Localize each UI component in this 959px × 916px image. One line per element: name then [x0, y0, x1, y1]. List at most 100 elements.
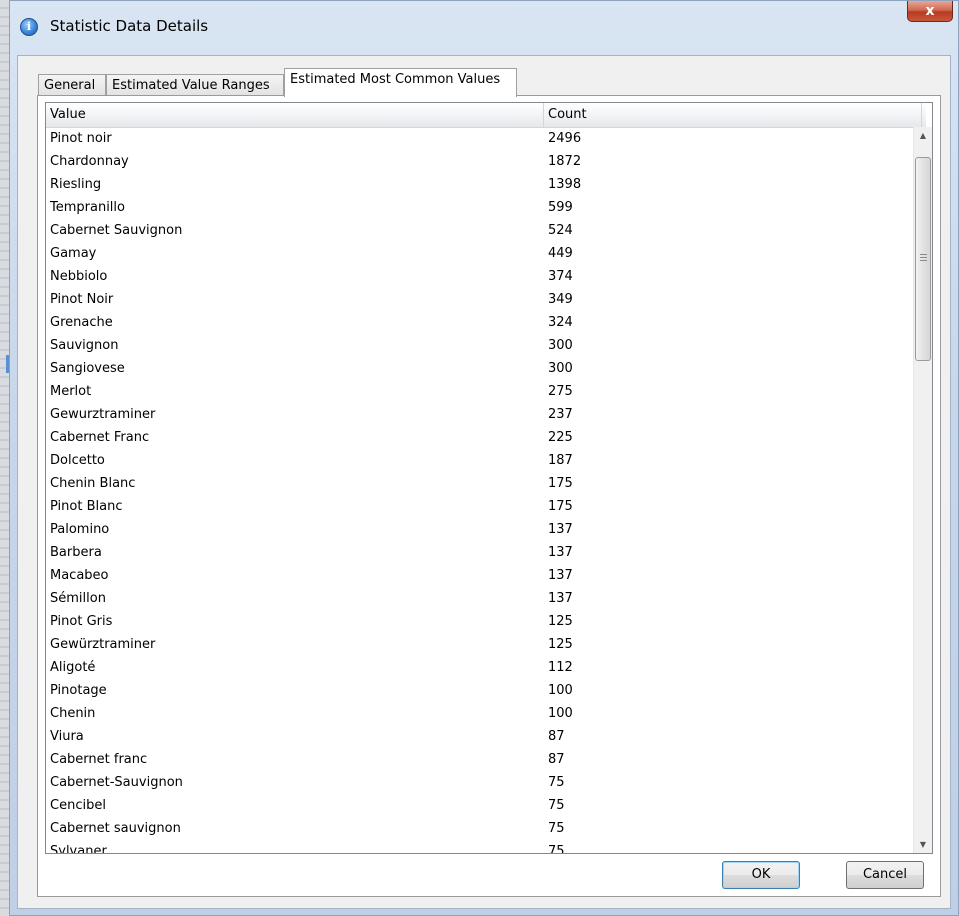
value-cell: Grenache	[50, 315, 113, 330]
list-item[interactable]: Sémillon 137	[46, 587, 926, 610]
count-cell: 449	[548, 246, 573, 261]
value-cell: Pinotage	[50, 683, 107, 698]
list-item[interactable]: Gewurztraminer 237	[46, 403, 926, 426]
list-item[interactable]: Pinotage 100	[46, 679, 926, 702]
scroll-up-arrow-icon[interactable]: ▲	[914, 127, 932, 144]
list-item[interactable]: Viura 87	[46, 725, 926, 748]
close-button[interactable]: x	[907, 1, 953, 22]
scrollbar-thumb[interactable]	[915, 157, 931, 361]
list-item[interactable]: Cabernet Sauvignon 524	[46, 219, 926, 242]
value-cell: Tempranillo	[50, 200, 125, 215]
count-cell: 524	[548, 223, 573, 238]
list-header: Value Count	[46, 103, 926, 128]
scroll-down-arrow-icon[interactable]: ▼	[914, 836, 932, 853]
list-item[interactable]: Chenin 100	[46, 702, 926, 725]
value-cell: Pinot Blanc	[50, 499, 123, 514]
dialog-client-area: General Estimated Value Ranges Estimated…	[17, 55, 951, 909]
tab-estimated-most-common-values[interactable]: Estimated Most Common Values	[284, 68, 517, 97]
count-cell: 87	[548, 729, 565, 744]
count-cell: 349	[548, 292, 573, 307]
count-cell: 225	[548, 430, 573, 445]
list-item[interactable]: Aligoté 112	[46, 656, 926, 679]
value-cell: Pinot Gris	[50, 614, 113, 629]
count-cell: 137	[548, 545, 573, 560]
value-cell: Sémillon	[50, 591, 106, 606]
value-cell: Viura	[50, 729, 84, 744]
count-cell: 87	[548, 752, 565, 767]
value-cell: Macabeo	[50, 568, 109, 583]
count-cell: 137	[548, 522, 573, 537]
value-cell: Pinot Noir	[50, 292, 114, 307]
count-cell: 1872	[548, 154, 582, 169]
count-cell: 187	[548, 453, 573, 468]
count-cell: 300	[548, 338, 573, 353]
cancel-button[interactable]: Cancel	[846, 861, 924, 889]
list-item[interactable]: Palomino 137	[46, 518, 926, 541]
list-item[interactable]: Barbera 137	[46, 541, 926, 564]
grip-icon	[920, 254, 927, 262]
count-cell: 599	[548, 200, 573, 215]
list-item[interactable]: Chardonnay 1872	[46, 150, 926, 173]
list-item[interactable]: Sangiovese 300	[46, 357, 926, 380]
list-item[interactable]: Gewürztraminer 125	[46, 633, 926, 656]
list-item[interactable]: Sauvignon 300	[46, 334, 926, 357]
value-cell: Cabernet Franc	[50, 430, 150, 445]
list-item[interactable]: Pinot Blanc 175	[46, 495, 926, 518]
list-item[interactable]: Tempranillo 599	[46, 196, 926, 219]
count-cell: 175	[548, 476, 573, 491]
list-item[interactable]: Nebbiolo 374	[46, 265, 926, 288]
list-item[interactable]: Chenin Blanc 175	[46, 472, 926, 495]
list-item[interactable]: Cencibel 75	[46, 794, 926, 817]
value-cell: Barbera	[50, 545, 102, 560]
count-cell: 1398	[548, 177, 582, 192]
count-cell: 137	[548, 591, 573, 606]
statistic-data-details-dialog: i Statistic Data Details x General Estim…	[9, 0, 959, 916]
value-cell: Chenin Blanc	[50, 476, 136, 491]
count-cell: 125	[548, 614, 573, 629]
column-header-count[interactable]: Count	[544, 103, 922, 127]
value-cell: Pinot noir	[50, 131, 112, 146]
value-cell: Aligoté	[50, 660, 96, 675]
count-cell: 100	[548, 683, 573, 698]
value-cell: Gewürztraminer	[50, 637, 156, 652]
count-cell: 175	[548, 499, 573, 514]
list-item[interactable]: Cabernet Franc 225	[46, 426, 926, 449]
tab-panel-most-common-values: Value Count Pinot noir 2496 Chardonnay 1872…	[37, 95, 941, 897]
value-cell: Cabernet Sauvignon	[50, 223, 183, 238]
values-list[interactable]: Value Count Pinot noir 2496 Chardonnay 1872…	[45, 102, 933, 854]
tab-estimated-value-ranges[interactable]: Estimated Value Ranges	[106, 74, 284, 96]
value-cell: Cencibel	[50, 798, 106, 813]
count-cell: 125	[548, 637, 573, 652]
list-item[interactable]: Cabernet sauvignon 75	[46, 817, 926, 840]
count-cell: 237	[548, 407, 573, 422]
list-item[interactable]: Macabeo 137	[46, 564, 926, 587]
count-cell: 112	[548, 660, 573, 675]
value-cell: Cabernet sauvignon	[50, 821, 181, 836]
value-cell: Gamay	[50, 246, 97, 261]
list-item[interactable]: Pinot noir 2496	[46, 127, 926, 150]
ok-button[interactable]: OK	[722, 861, 800, 889]
list-item[interactable]: Cabernet-Sauvignon 75	[46, 771, 926, 794]
list-item[interactable]: Pinot Noir 349	[46, 288, 926, 311]
title-bar[interactable]: i Statistic Data Details	[10, 1, 958, 57]
value-cell: Palomino	[50, 522, 110, 537]
count-cell: 2496	[548, 131, 582, 146]
list-item[interactable]: Riesling 1398	[46, 173, 926, 196]
list-item[interactable]: Dolcetto 187	[46, 449, 926, 472]
vertical-scrollbar[interactable]: ▲ ▼	[913, 127, 932, 853]
tab-general[interactable]: General	[38, 74, 106, 96]
list-item[interactable]: Sylvaner 75	[46, 840, 926, 854]
count-cell: 137	[548, 568, 573, 583]
list-item[interactable]: Grenache 324	[46, 311, 926, 334]
value-cell: Cabernet franc	[50, 752, 148, 767]
list-item[interactable]: Pinot Gris 125	[46, 610, 926, 633]
list-item[interactable]: Cabernet franc 87	[46, 748, 926, 771]
value-cell: Nebbiolo	[50, 269, 108, 284]
value-cell: Sauvignon	[50, 338, 119, 353]
window-title: Statistic Data Details	[50, 17, 209, 35]
column-header-value[interactable]: Value	[46, 103, 544, 127]
count-cell: 75	[548, 844, 565, 854]
value-cell: Merlot	[50, 384, 92, 399]
list-item[interactable]: Gamay 449	[46, 242, 926, 265]
list-item[interactable]: Merlot 275	[46, 380, 926, 403]
